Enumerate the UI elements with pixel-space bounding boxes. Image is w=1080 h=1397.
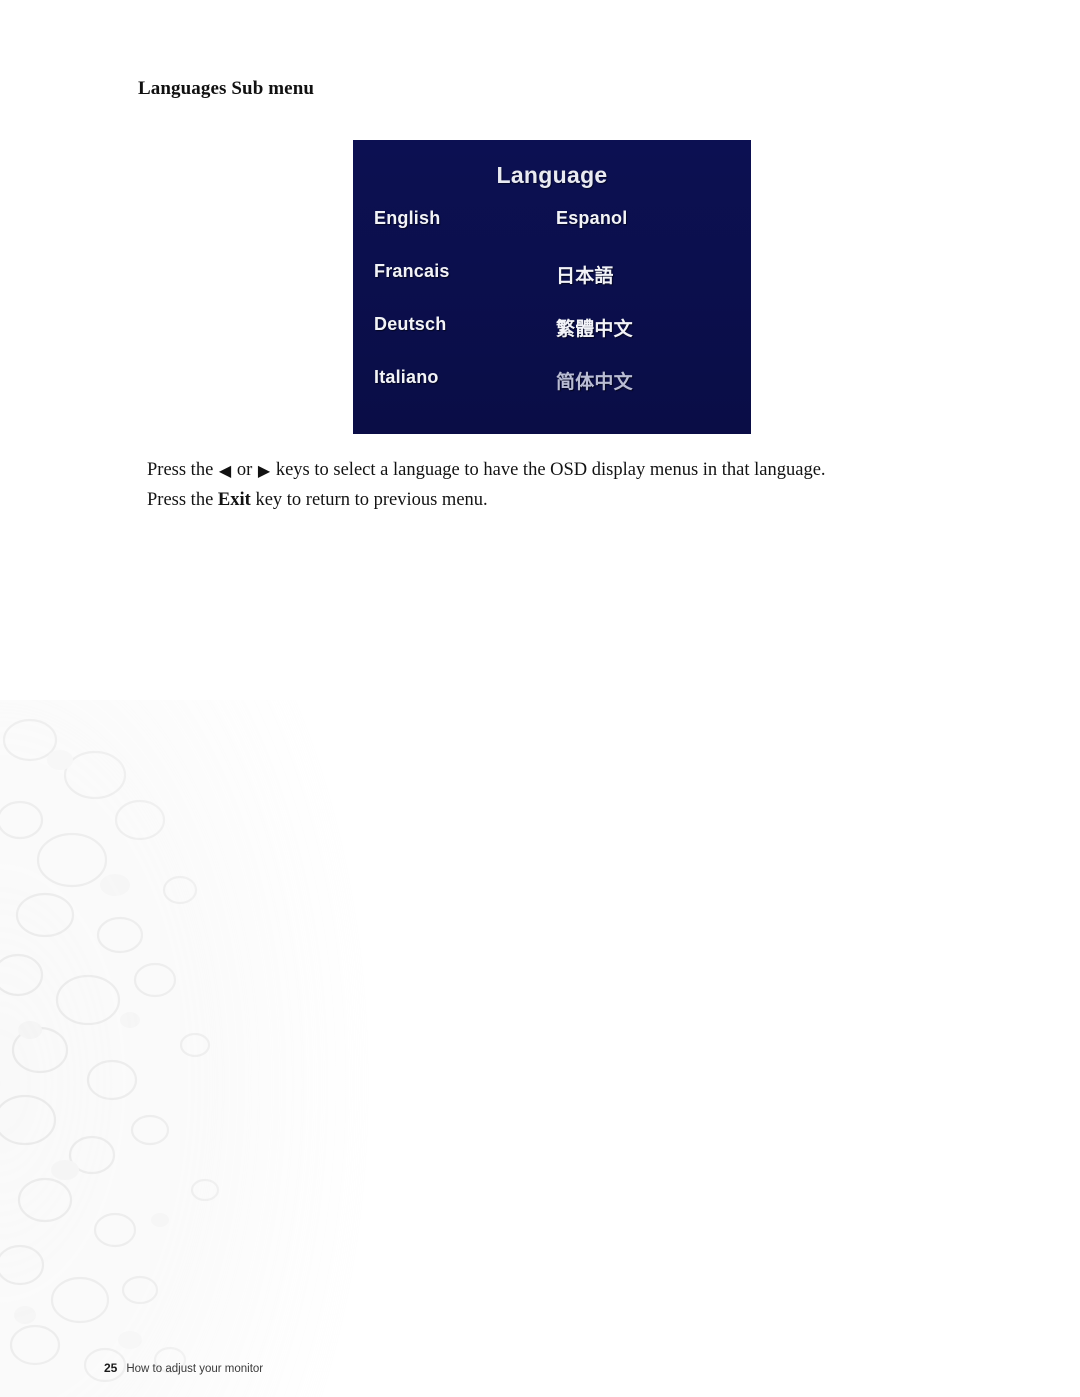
left-triangle-icon: ◀ (218, 461, 232, 480)
page-footer: 25 How to adjust your monitor (104, 1361, 263, 1375)
osd-row: Deutsch 繁體中文 (353, 314, 751, 367)
instruction-paragraph: Press the ◀ or ▶ keys to select a langua… (147, 455, 947, 515)
osd-menu-title: Language (496, 162, 608, 188)
instruction-line2-suffix: key to return to previous menu. (255, 490, 488, 510)
osd-option-italiano: Italiano (374, 367, 439, 387)
instruction-line1-prefix: Press the (147, 460, 214, 480)
osd-language-grid: English Espanol Francais 日本語 Deutsch 繁體中… (353, 208, 751, 420)
osd-option-english: English (374, 208, 441, 228)
osd-option-traditional-chinese: 繁體中文 (556, 318, 633, 340)
osd-row: English Espanol (353, 208, 751, 261)
exit-key-label: Exit (217, 490, 251, 510)
osd-option-simplified-chinese: 简体中文 (556, 371, 633, 393)
osd-option-francais: Francais (374, 261, 450, 281)
osd-language-menu-figure: Language English Espanol Francais 日本語 De… (353, 140, 751, 434)
osd-option-espanol: Espanol (556, 208, 628, 228)
instruction-line2-prefix: Press the (147, 490, 214, 510)
osd-row: Francais 日本語 (353, 261, 751, 314)
right-triangle-icon: ▶ (257, 461, 271, 480)
document-page: Languages Sub menu Language English Espa… (0, 0, 1080, 1397)
osd-option-japanese: 日本語 (556, 265, 614, 287)
page-title: Languages Sub menu (138, 78, 315, 99)
footer-section-title: How to adjust your monitor (126, 1363, 264, 1375)
instruction-line1-suffix: keys to select a language to have the OS… (275, 460, 826, 480)
instruction-or: or (236, 460, 253, 480)
osd-option-deutsch: Deutsch (374, 314, 447, 334)
osd-row: Italiano 简体中文 (353, 367, 751, 420)
footer-page-number: 25 (104, 1361, 118, 1375)
